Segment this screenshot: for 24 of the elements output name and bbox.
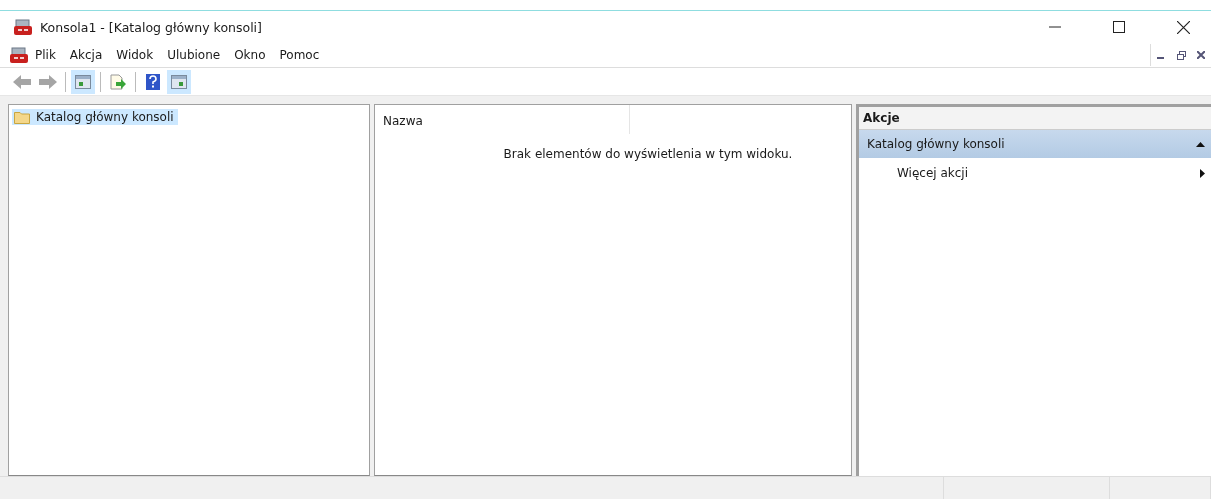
close-icon bbox=[1176, 20, 1190, 34]
collapse-arrow-icon bbox=[1196, 141, 1205, 147]
restore-icon bbox=[1176, 50, 1186, 60]
maximize-icon bbox=[1113, 21, 1125, 33]
column-header[interactable]: Nazwa bbox=[375, 105, 630, 134]
window-pane-button[interactable] bbox=[71, 69, 95, 94]
actions-section-header[interactable]: Katalog główny konsoli bbox=[859, 130, 1211, 158]
menu-item[interactable]: Ulubione bbox=[160, 46, 228, 64]
window-title: Konsola1 - [Katalog główny konsoli] bbox=[40, 19, 263, 35]
actions-header: Akcje bbox=[859, 107, 1211, 130]
app-icon bbox=[10, 47, 28, 63]
window-pane-button[interactable] bbox=[167, 69, 191, 94]
menu-item[interactable]: Okno bbox=[227, 46, 273, 64]
menu-item[interactable]: Akcja bbox=[62, 46, 110, 64]
menu-item[interactable]: Widok bbox=[109, 46, 161, 64]
menu-item[interactable]: Pomoc bbox=[272, 46, 327, 64]
action-item[interactable]: Więcej akcji bbox=[859, 158, 1211, 188]
menu-item[interactable]: Plik bbox=[28, 46, 63, 64]
close-icon bbox=[1197, 51, 1205, 59]
empty-message: Brak elementów do wyświetlenia w tym widoku. bbox=[503, 147, 793, 161]
tree-item[interactable]: Katalog główny konsoli bbox=[12, 109, 178, 125]
submenu-arrow-icon bbox=[1200, 168, 1205, 178]
folder-icon bbox=[14, 110, 30, 124]
app-icon bbox=[14, 19, 32, 35]
